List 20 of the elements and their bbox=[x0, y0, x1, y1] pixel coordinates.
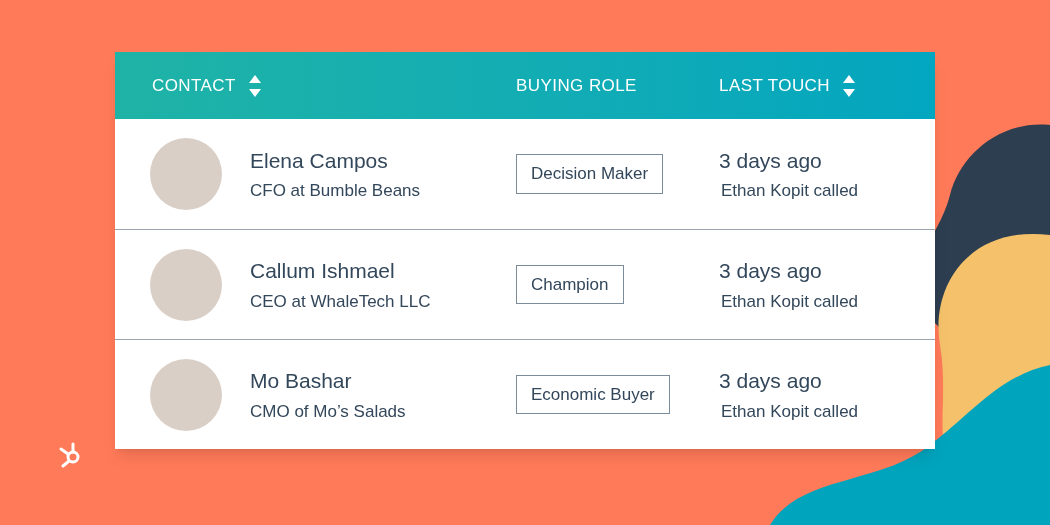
role-tag: Champion bbox=[516, 264, 624, 305]
sort-icon[interactable] bbox=[247, 73, 262, 98]
contact-name: Callum Ishmael bbox=[250, 258, 396, 284]
last-touch-time: 3 days ago bbox=[719, 368, 823, 394]
last-touch-time: 3 days ago bbox=[719, 258, 823, 284]
contact-title: CMO of Mo’s Salads bbox=[250, 400, 406, 423]
column-header: CONTACT bbox=[152, 74, 236, 97]
last-touch-activity: Ethan Kopit called bbox=[721, 290, 860, 313]
column-header: LAST TOUCH bbox=[719, 74, 830, 97]
contact-title: CFO at Bumble Beans bbox=[250, 180, 421, 202]
contact-title: CEO at WhaleTech LLC bbox=[250, 290, 431, 313]
contact-name: Elena Campos bbox=[250, 147, 389, 174]
contact-name: Mo Bashar bbox=[250, 368, 353, 394]
last-touch-activity: Ethan Kopit called bbox=[721, 180, 860, 202]
column-header: BUYING ROLE bbox=[516, 74, 637, 97]
role-tag: Economic Buyer bbox=[516, 374, 670, 415]
sort-icon[interactable] bbox=[842, 73, 856, 98]
last-touch-time: 3 days ago bbox=[719, 147, 823, 174]
role-tag: Decision Maker bbox=[516, 154, 664, 194]
last-touch-activity: Ethan Kopit called bbox=[721, 400, 860, 423]
